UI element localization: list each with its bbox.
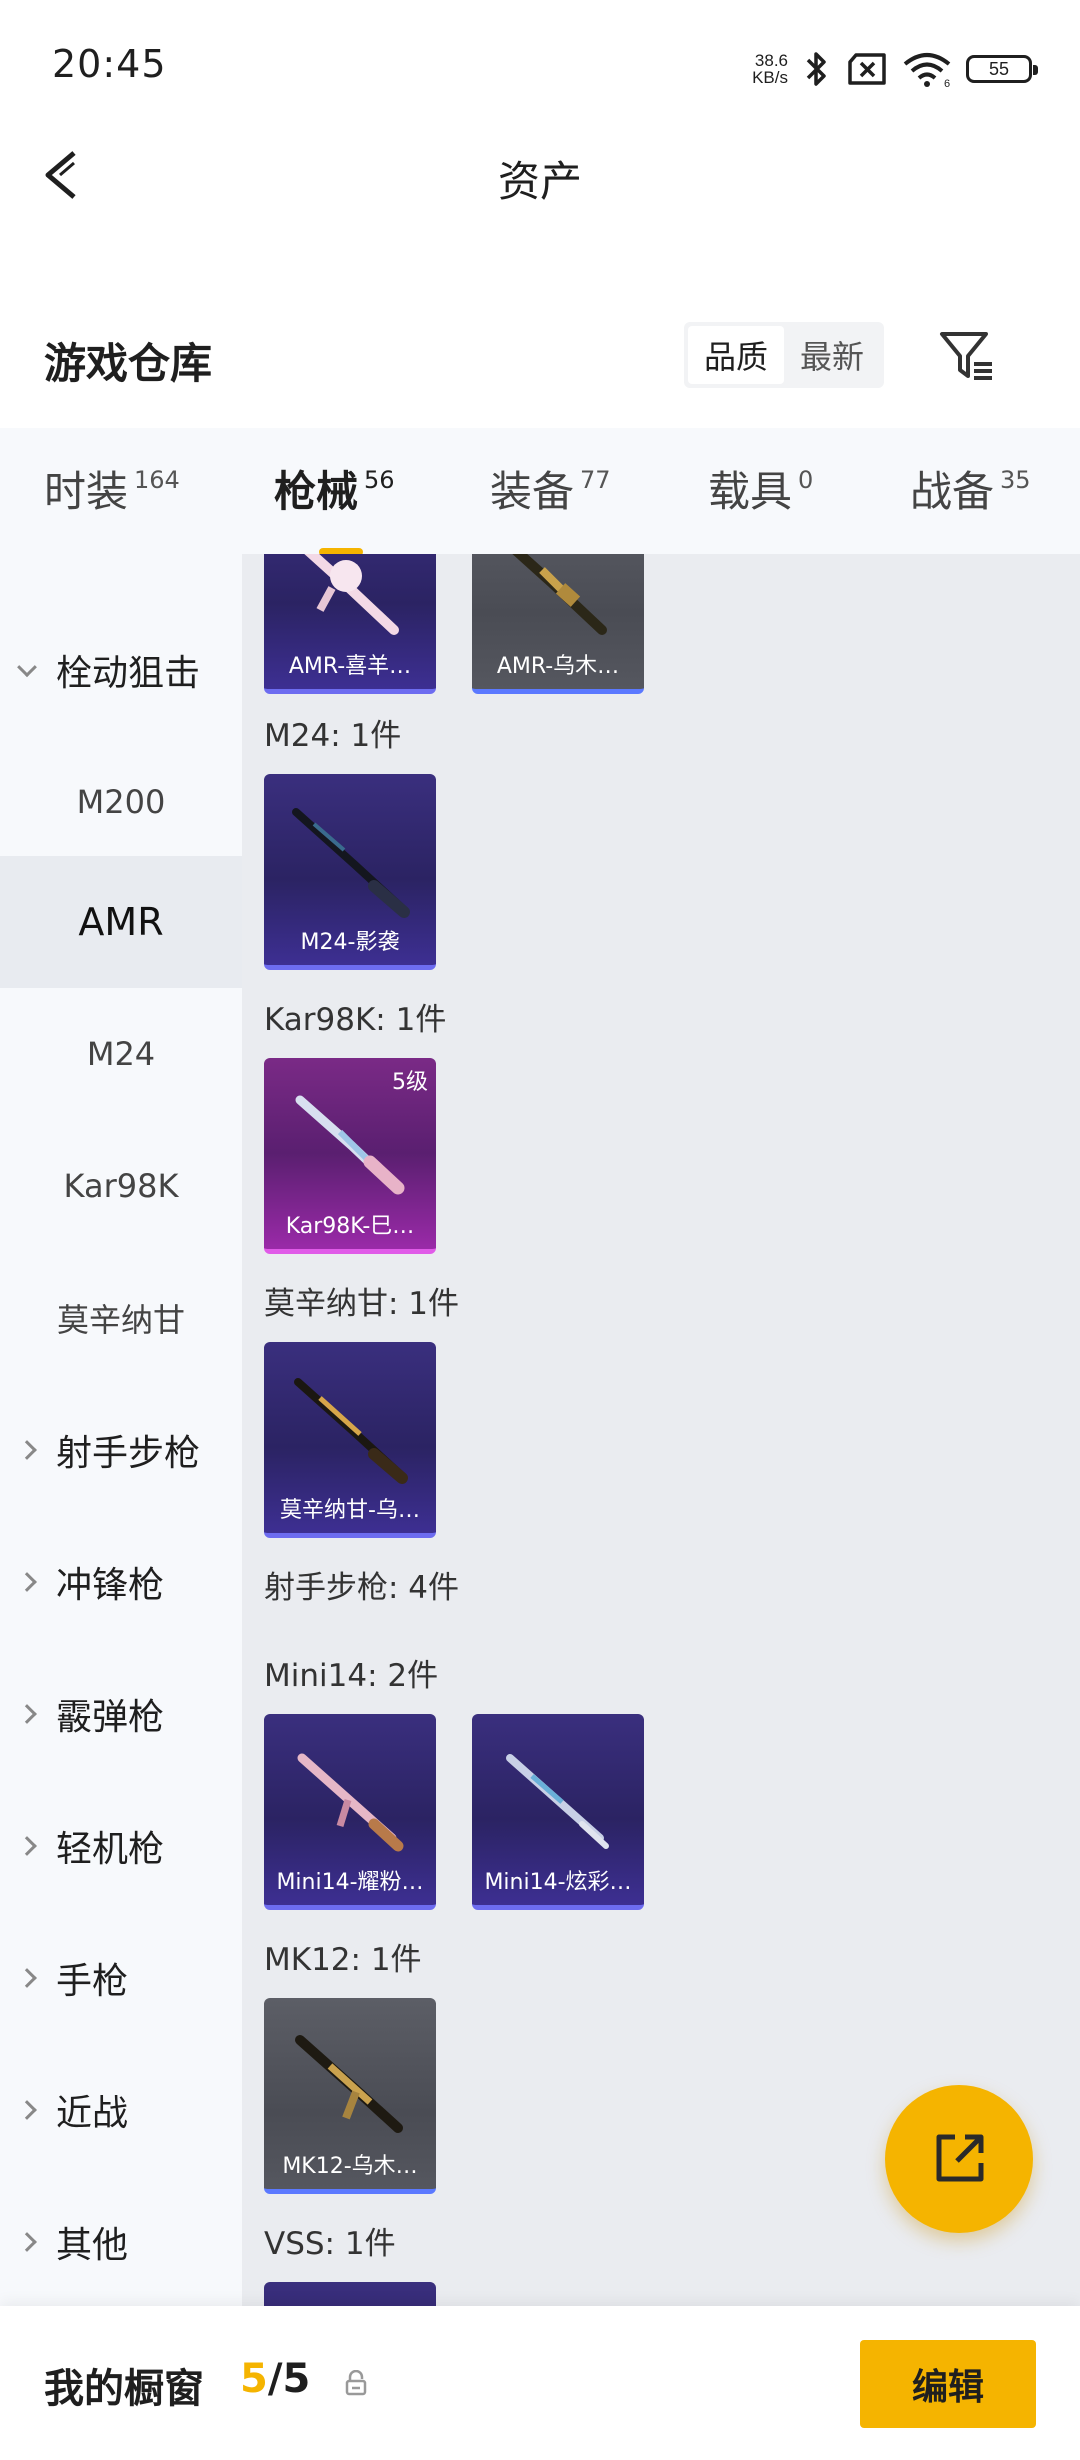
section-label: M24: 1件 [264, 718, 402, 754]
showcase-bar: 我的橱窗 5/5 编辑 [0, 2306, 1080, 2460]
item-card-amr-2[interactable]: AMR-乌木… [472, 554, 644, 694]
category-tabs: 时装 164 枪械 56 装备 77 载具 0 战备 35 [0, 428, 1080, 556]
nav-group-pistol[interactable]: 手枪 [0, 1912, 242, 2044]
edit-button[interactable]: 编辑 [860, 2340, 1036, 2428]
filter-button[interactable] [936, 326, 996, 386]
chevron-right-icon [17, 2100, 37, 2120]
nav-group-other[interactable]: 其他 [0, 2176, 242, 2306]
chevron-right-icon [17, 1440, 37, 1460]
chevron-right-icon [17, 2232, 37, 2252]
nav-item-kar98k[interactable]: Kar98K [0, 1120, 242, 1252]
svg-text:6: 6 [944, 78, 950, 88]
item-card-mini14-2[interactable]: Mini14-炫彩… [472, 1714, 644, 1910]
tab-firearms[interactable]: 枪械 56 [274, 458, 395, 556]
nav-group-shotgun[interactable]: 霰弹枪 [0, 1648, 242, 1780]
chevron-right-icon [17, 1572, 37, 1592]
nav-group-marksman-rifle[interactable]: 射手步枪 [0, 1384, 242, 1516]
nav-item-mosin-nagant[interactable]: 莫辛纳甘 [0, 1252, 242, 1384]
section-label: 莫辛纳甘: 1件 [264, 1286, 460, 1322]
status-icons: 38.6 KB/s 6 55 [752, 44, 1038, 94]
item-card-vss[interactable] [264, 2282, 436, 2306]
item-card-kar98k[interactable]: 5级 Kar98K-巳… [264, 1058, 436, 1254]
rifle-skin-image [512, 554, 607, 635]
chevron-down-icon [17, 657, 37, 678]
lock-icon [345, 2370, 367, 2396]
header: 资产 [0, 130, 1080, 220]
rifle-skin-image [292, 808, 410, 918]
item-card-mini14-1[interactable]: Mini14-耀粉… [264, 1714, 436, 1910]
item-grid: AMR-喜羊… AMR-乌木… M24: 1件 M24-影袭 Kar98K: 1… [242, 554, 1080, 2306]
rifle-skin-image [295, 1095, 405, 1195]
item-card-amr-1[interactable]: AMR-喜羊… [264, 554, 436, 694]
filter-icon [940, 332, 992, 380]
sort-quality-button[interactable]: 品质 [688, 326, 784, 384]
network-speed: 38.6 KB/s [752, 51, 788, 87]
item-card-m24[interactable]: M24-影袭 [264, 774, 436, 970]
section-label: VSS: 1件 [264, 2226, 396, 2262]
warehouse-title: 游戏仓库 [44, 339, 213, 388]
section-label: MK12: 1件 [264, 1942, 422, 1978]
rifle-skin-image [295, 2035, 403, 2133]
nav-item-amr[interactable]: AMR [0, 856, 242, 988]
status-bar: 20:45 38.6 KB/s 6 55 [0, 0, 1080, 130]
item-card-mk12[interactable]: MK12-乌木… [264, 1998, 436, 2194]
nav-group-lmg[interactable]: 轻机枪 [0, 1780, 242, 1912]
nav-group-melee[interactable]: 近战 [0, 2044, 242, 2176]
rifle-skin-image [294, 1378, 408, 1484]
rifle-skin-image [304, 554, 399, 635]
tab-equipment[interactable]: 装备 77 [490, 458, 611, 528]
battery-icon: 55 [966, 55, 1038, 83]
page-title: 资产 [497, 157, 582, 206]
section-label: Kar98K: 1件 [264, 1002, 447, 1038]
weapon-type-nav: 栓动狙击 M200 AMR M24 Kar98K 莫辛纳甘 射手步枪 冲锋枪 霰… [0, 554, 242, 2306]
sort-latest-button[interactable]: 最新 [784, 326, 880, 384]
chevron-right-icon [17, 1836, 37, 1856]
rifle-skin-image [297, 1753, 404, 1852]
status-time: 20:45 [52, 42, 167, 86]
showcase-count: 5/5 [240, 2356, 311, 2402]
tab-vehicles[interactable]: 载具 0 [708, 458, 813, 528]
bluetooth-icon [806, 52, 826, 86]
chevron-right-icon [17, 1968, 37, 1988]
tab-supplies[interactable]: 战备 35 [910, 458, 1031, 528]
sim-off-icon [848, 53, 886, 85]
rifle-skin-image [506, 1754, 609, 1849]
chevron-right-icon [17, 1704, 37, 1724]
warehouse-row: 游戏仓库 品质 最新 [0, 310, 1080, 400]
nav-group-bolt-action-sniper[interactable]: 栓动狙击 [0, 604, 242, 736]
section-label: Mini14: 2件 [264, 1658, 439, 1694]
group-label: 射手步枪: 4件 [264, 1570, 460, 1606]
nav-item-m200[interactable]: M200 [0, 736, 242, 868]
item-card-mosin-nagant[interactable]: 莫辛纳甘-乌… [264, 1342, 436, 1538]
wifi-icon: 6 [903, 53, 951, 88]
share-external-icon [936, 2134, 984, 2182]
tab-fashion[interactable]: 时装 164 [44, 458, 180, 528]
nav-item-m24[interactable]: M24 [0, 988, 242, 1120]
share-button[interactable] [885, 2085, 1033, 2233]
sort-toggle: 品质 最新 [684, 322, 884, 388]
nav-group-smg[interactable]: 冲锋枪 [0, 1516, 242, 1648]
showcase-title: 我的橱窗 [44, 2366, 204, 2412]
